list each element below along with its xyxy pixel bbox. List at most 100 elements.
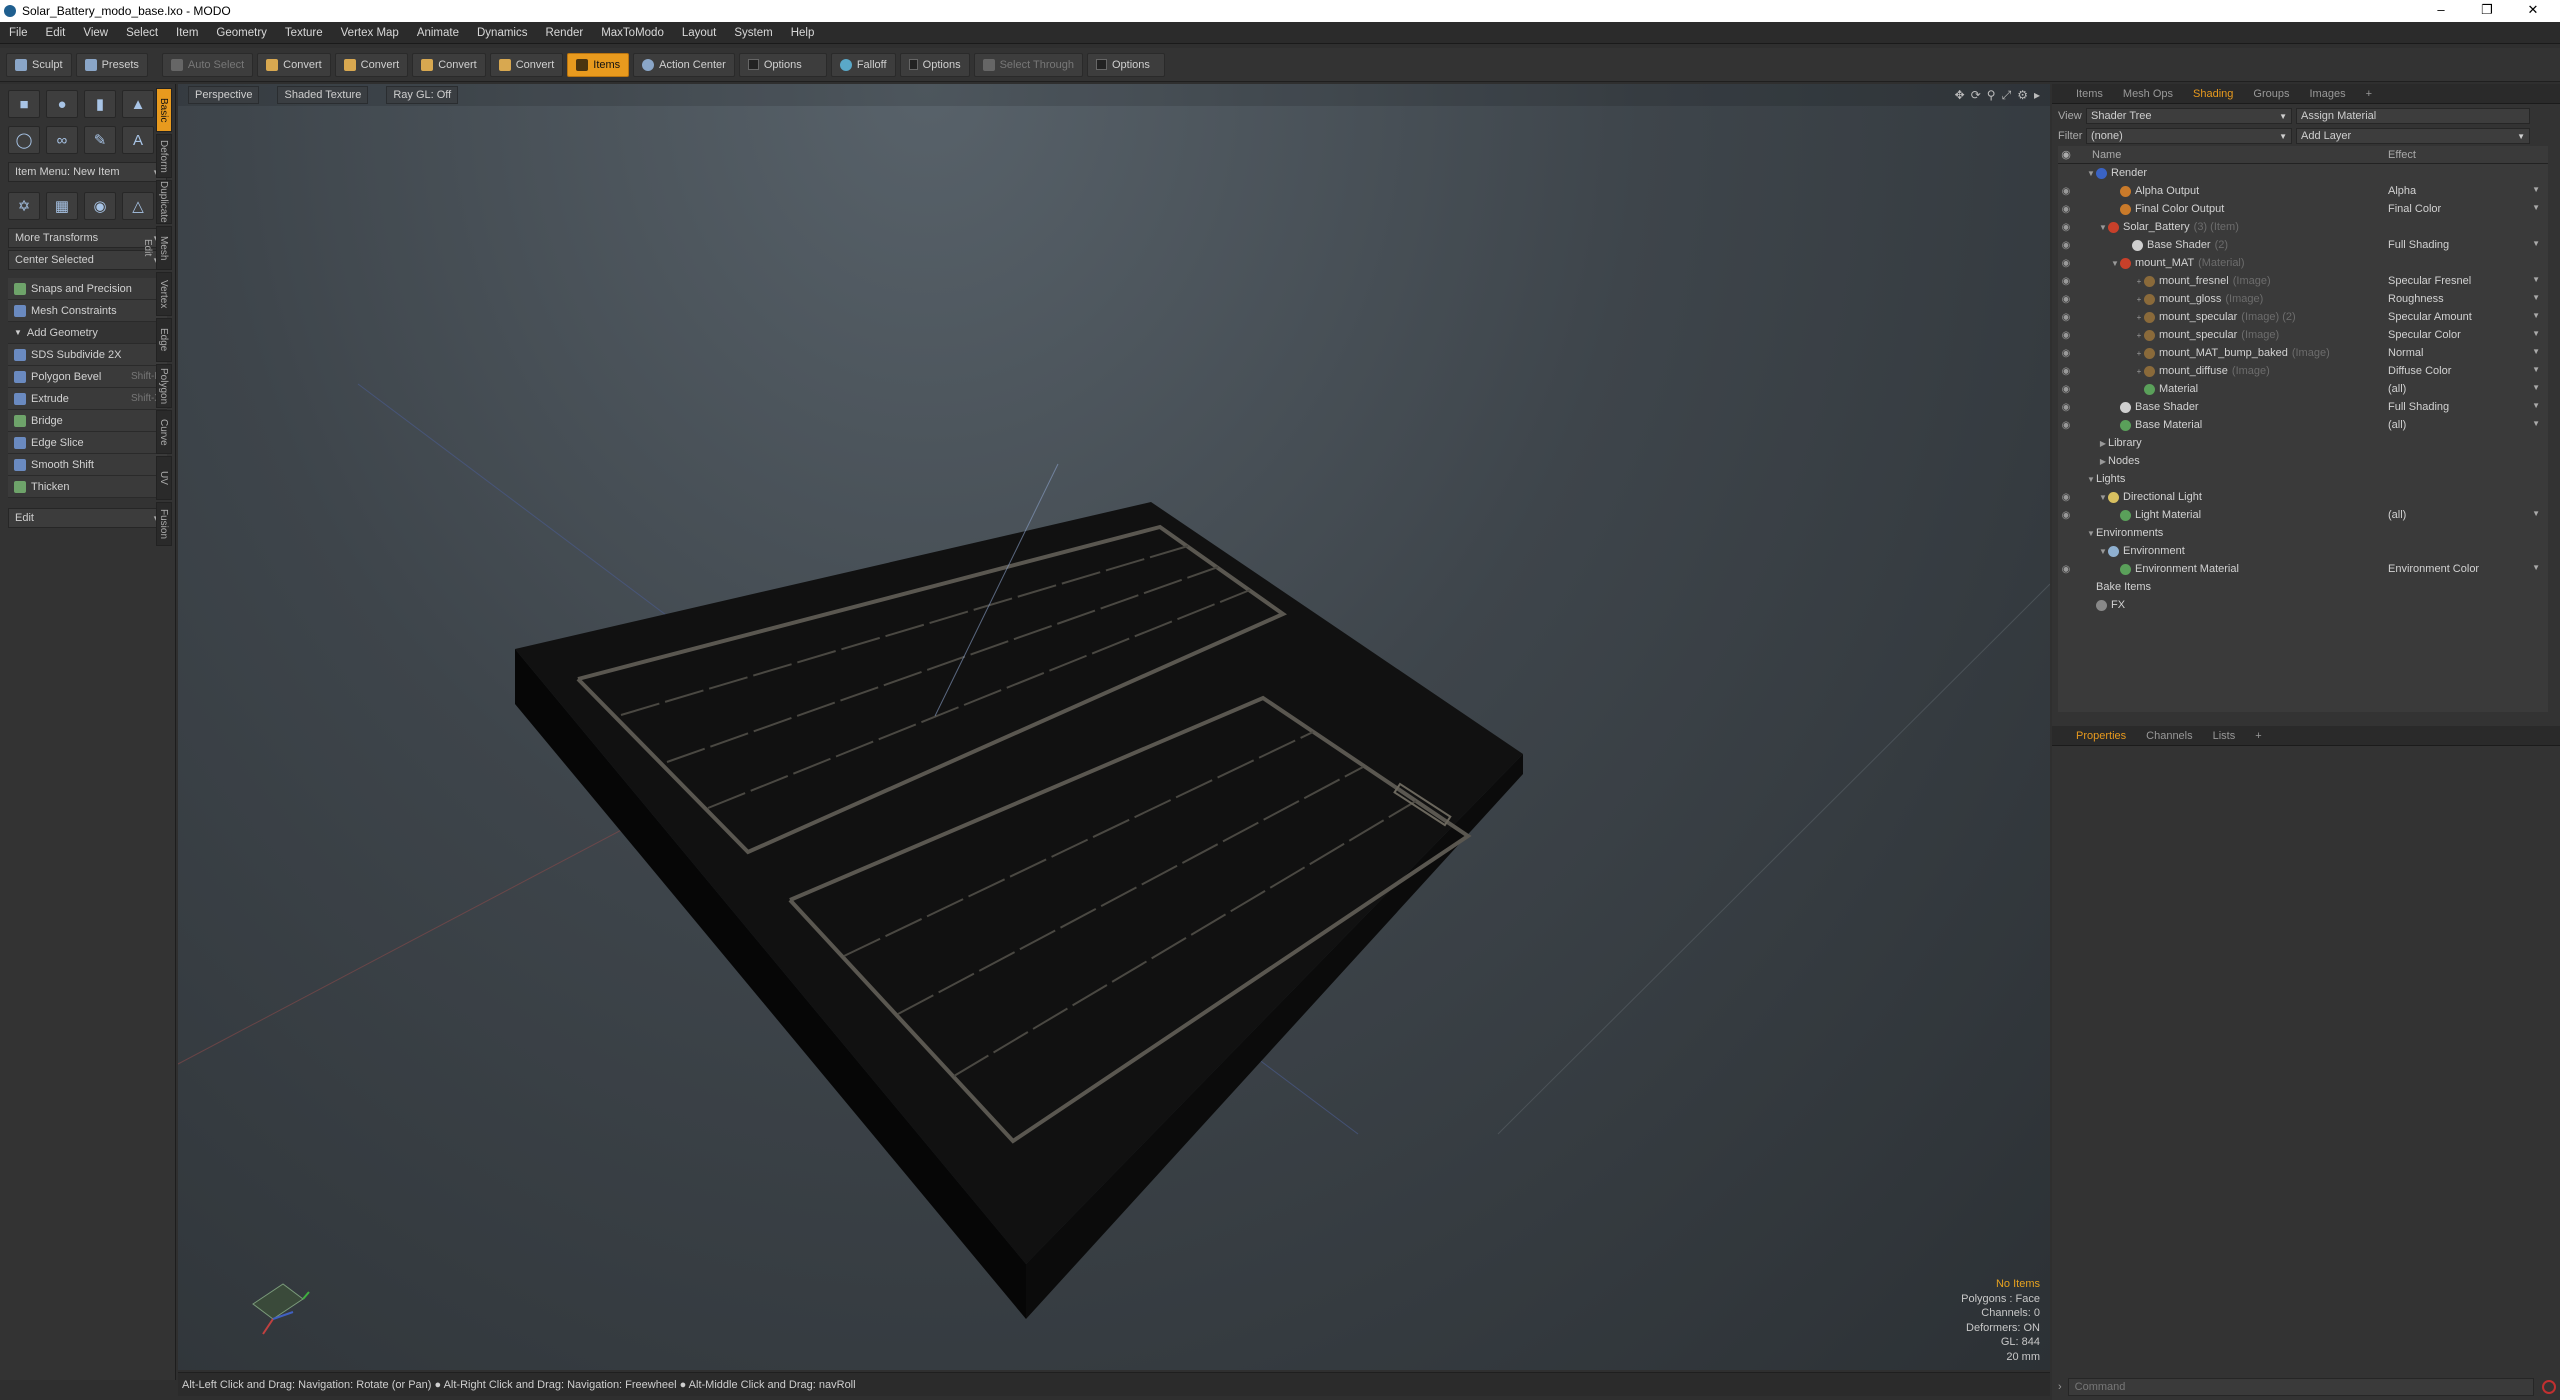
- select-through-options[interactable]: Options: [1087, 52, 1165, 77]
- menu-layout[interactable]: Layout: [673, 27, 726, 39]
- visibility-eye-icon[interactable]: ◉: [2058, 420, 2074, 431]
- shader-tree-row[interactable]: FX: [2058, 596, 2548, 614]
- tab-shading[interactable]: Shading: [2183, 88, 2243, 100]
- effect-column-header[interactable]: Effect: [2388, 149, 2416, 161]
- visibility-eye-icon[interactable]: ◉: [2058, 510, 2074, 521]
- tab-lists[interactable]: Lists: [2203, 730, 2246, 742]
- shader-tree-row[interactable]: ◉ Base Material (all) ▼: [2058, 416, 2548, 434]
- polygon-bevel-button[interactable]: Polygon Bevel Shift-B: [8, 366, 167, 388]
- visibility-eye-icon[interactable]: ◉: [2058, 276, 2074, 287]
- visibility-eye-icon[interactable]: ◉: [2058, 402, 2074, 413]
- expand-toggle-icon[interactable]: ▼: [2098, 223, 2108, 232]
- shader-tree-row[interactable]: ▼ Environments: [2058, 524, 2548, 542]
- convert-materials-button[interactable]: Convert: [489, 52, 564, 77]
- rotate-icon[interactable]: ⟳: [1971, 88, 1981, 103]
- menu-file[interactable]: File: [0, 27, 37, 39]
- menu-item[interactable]: Item: [167, 27, 207, 39]
- effect-dropdown[interactable]: Alpha ▼: [2388, 185, 2544, 197]
- shader-tree-row[interactable]: ◉ + mount_MAT_bump_baked (Image) Normal ▼: [2058, 344, 2548, 362]
- text-tool[interactable]: A: [122, 126, 154, 154]
- menu-maxtomodo[interactable]: MaxToModo: [592, 27, 673, 39]
- tab-channels[interactable]: Channels: [2136, 730, 2202, 742]
- ray-gl-button[interactable]: Ray GL: Off: [386, 86, 459, 104]
- grid-tool[interactable]: ▦: [46, 192, 78, 220]
- effect-dropdown[interactable]: Full Shading ▼: [2388, 239, 2544, 251]
- falloff-button[interactable]: Falloff: [830, 52, 896, 77]
- auto-select-button[interactable]: Auto Select: [161, 52, 254, 77]
- shader-tree-row[interactable]: ◉ ▼ mount_MAT (Material): [2058, 254, 2548, 272]
- shader-tree-row[interactable]: ◉ Alpha Output Alpha ▼: [2058, 182, 2548, 200]
- presets-button[interactable]: Presets: [75, 52, 148, 77]
- tab-fusion[interactable]: Fusion: [156, 502, 172, 546]
- add-geometry-header[interactable]: ▼ Add Geometry: [8, 322, 167, 344]
- transform-tool[interactable]: ✡: [8, 192, 40, 220]
- shader-tree-row[interactable]: ▶ Nodes: [2058, 452, 2548, 470]
- menu-select[interactable]: Select: [117, 27, 167, 39]
- minimize-button[interactable]: –: [2418, 0, 2464, 22]
- expand-toggle-icon[interactable]: +: [2134, 331, 2144, 340]
- sculpt-button[interactable]: Sculpt: [6, 52, 72, 77]
- effect-dropdown[interactable]: Final Color ▼: [2388, 203, 2544, 215]
- extrude-button[interactable]: Extrude Shift-X: [8, 388, 167, 410]
- menu-texture[interactable]: Texture: [276, 27, 332, 39]
- smooth-shift-button[interactable]: Smooth Shift: [8, 454, 167, 476]
- effect-dropdown[interactable]: Normal ▼: [2388, 347, 2544, 359]
- effect-dropdown[interactable]: Specular Amount ▼: [2388, 311, 2544, 323]
- menu-dynamics[interactable]: Dynamics: [468, 27, 536, 39]
- expand-toggle-icon[interactable]: +: [2134, 313, 2144, 322]
- shader-tree-row[interactable]: Bake Items: [2058, 578, 2548, 596]
- pyramid-tool[interactable]: △: [122, 192, 154, 220]
- cube-tool[interactable]: ■: [8, 90, 40, 118]
- tab-items[interactable]: Items: [2066, 88, 2113, 100]
- shader-tree-row[interactable]: ◉ Material (all) ▼: [2058, 380, 2548, 398]
- tab-basic[interactable]: Basic: [156, 88, 172, 132]
- filter-dropdown[interactable]: (none) ▼: [2086, 128, 2292, 144]
- expand-toggle-icon[interactable]: +: [2134, 295, 2144, 304]
- items-mode-button[interactable]: Items: [567, 52, 630, 77]
- edit-dropdown[interactable]: Edit▼: [8, 508, 167, 528]
- tab-vertex[interactable]: Vertex: [156, 272, 172, 316]
- tab-edge[interactable]: Edge: [156, 318, 172, 362]
- visibility-eye-icon[interactable]: ◉: [2058, 564, 2074, 575]
- thicken-button[interactable]: Thicken: [8, 476, 167, 498]
- menu-geometry[interactable]: Geometry: [207, 27, 276, 39]
- visibility-eye-icon[interactable]: ◉: [2058, 384, 2074, 395]
- sphere-tool[interactable]: ●: [46, 90, 78, 118]
- shader-tree-row[interactable]: ◉ + mount_specular (Image) Specular Color ▼: [2058, 326, 2548, 344]
- tab-properties[interactable]: Properties: [2066, 730, 2136, 742]
- visibility-eye-icon[interactable]: ◉: [2058, 330, 2074, 341]
- action-center-options[interactable]: Options: [738, 52, 827, 77]
- menu-help[interactable]: Help: [782, 27, 824, 39]
- shader-tree-row[interactable]: ◉ Base Shader (2) Full Shading ▼: [2058, 236, 2548, 254]
- expand-toggle-icon[interactable]: +: [2134, 277, 2144, 286]
- expand-toggle-icon[interactable]: +: [2134, 349, 2144, 358]
- tab-mesh-ops[interactable]: Mesh Ops: [2113, 88, 2183, 100]
- view-dropdown[interactable]: Shader Tree ▼: [2086, 108, 2292, 124]
- effect-dropdown[interactable]: Specular Color ▼: [2388, 329, 2544, 341]
- cylinder-tool[interactable]: ▮: [84, 90, 116, 118]
- 3d-viewport[interactable]: Perspective Shaded Texture Ray GL: Off ✥…: [178, 84, 2050, 1370]
- visibility-eye-icon[interactable]: ◉: [2058, 492, 2074, 503]
- name-column-header[interactable]: Name: [2074, 149, 2388, 161]
- effect-dropdown[interactable]: (all) ▼: [2388, 419, 2544, 431]
- tab-deform[interactable]: Deform: [156, 134, 172, 178]
- action-center-button[interactable]: Action Center: [633, 52, 735, 77]
- pan-icon[interactable]: ✥: [1955, 88, 1965, 103]
- menu-vertex-map[interactable]: Vertex Map: [332, 27, 408, 39]
- shading-mode-button[interactable]: Shaded Texture: [277, 86, 369, 104]
- shader-tree-row[interactable]: ▼ Lights: [2058, 470, 2548, 488]
- visibility-eye-icon[interactable]: ◉: [2058, 294, 2074, 305]
- shader-tree-row[interactable]: ◉ Final Color Output Final Color ▼: [2058, 200, 2548, 218]
- torus-tool[interactable]: ◯: [8, 126, 40, 154]
- shader-tree-row[interactable]: ◉ ▼ Solar_Battery (3) (Item): [2058, 218, 2548, 236]
- effect-dropdown[interactable]: Environment Color ▼: [2388, 563, 2544, 575]
- visibility-eye-icon[interactable]: ◉: [2058, 366, 2074, 377]
- expand-toggle-icon[interactable]: ▼: [2086, 475, 2096, 484]
- world-tool[interactable]: ◉: [84, 192, 116, 220]
- edge-slice-button[interactable]: Edge Slice: [8, 432, 167, 454]
- shader-tree-row[interactable]: ◉ + mount_diffuse (Image) Diffuse Color ▼: [2058, 362, 2548, 380]
- mesh-constraints-button[interactable]: Mesh Constraints: [8, 300, 167, 322]
- expand-toggle-icon[interactable]: ▶: [2098, 457, 2108, 466]
- convert-polygons-button[interactable]: Convert: [412, 52, 486, 77]
- zoom-icon[interactable]: ⚲: [1987, 88, 1996, 103]
